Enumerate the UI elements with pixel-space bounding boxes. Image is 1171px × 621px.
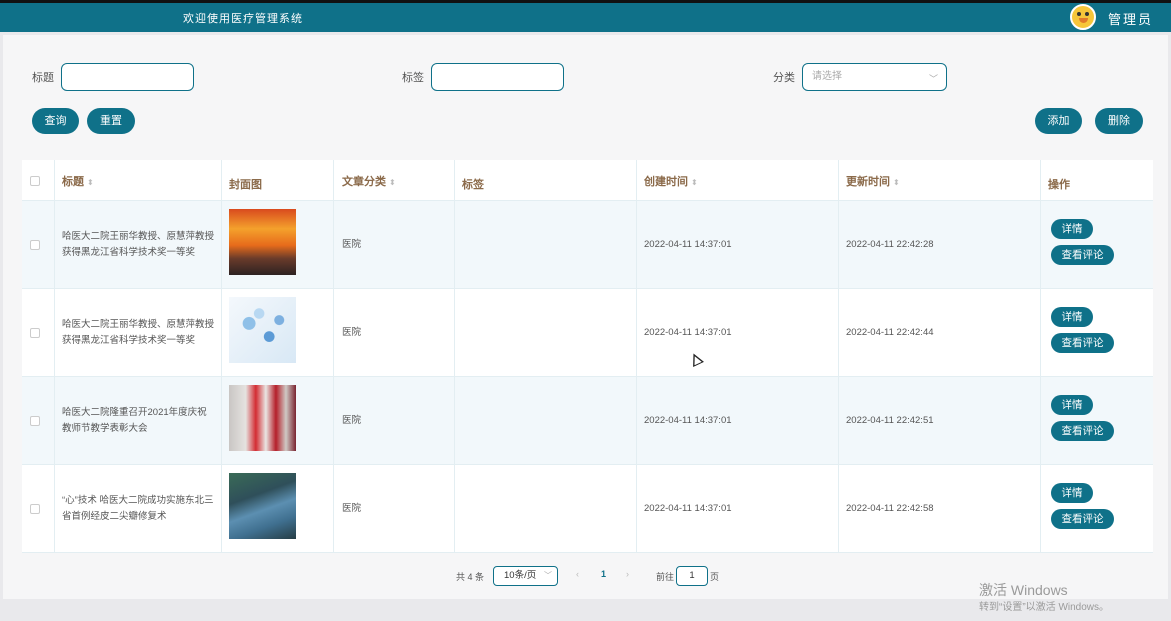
admin-label[interactable]: 管理员: [1108, 9, 1153, 28]
sort-icon: ⬍: [87, 178, 94, 187]
table-row: 哈医大二院隆重召开2021年度庆祝教师节教学表彰大会 医院 2022-04-11…: [22, 377, 1153, 465]
category-placeholder: 请选择: [812, 71, 842, 82]
top-bar: 欢迎使用医疗管理系统 管理员: [0, 0, 1171, 32]
view-comments-button[interactable]: 查看评论: [1051, 421, 1114, 441]
windows-activation-title: 激活 Windows: [979, 582, 1068, 598]
main-panel: 标题 标签 分类 请选择 ﹀ 查询 重置 添加 删除 标题 ⬍ 封面图 文章分类 ⬍…: [3, 35, 1168, 599]
cover-image: [229, 473, 296, 539]
view-comments-button[interactable]: 查看评论: [1051, 509, 1114, 529]
windows-activation-hint: 转到“设置”以激活 Windows。: [979, 602, 1110, 613]
reset-button[interactable]: 重置: [87, 108, 135, 134]
row-title: “心”技术 哈医大二院成功实施东北三省首例经皮二尖瓣修复术: [62, 495, 214, 522]
total-count: 共 4 条: [456, 572, 485, 582]
page-size-value: 10条/页: [504, 570, 537, 581]
tag-filter-label: 标签: [402, 71, 424, 84]
row-updated: 2022-04-11 22:42:28: [846, 239, 934, 250]
row-title: 哈医大二院王丽华教授、原慧萍教授获得黑龙江省科学技术奖一等奖: [62, 231, 215, 258]
prev-page-icon[interactable]: ‹: [576, 569, 579, 579]
tag-filter-input[interactable]: [431, 63, 564, 91]
table-row: 哈医大二院王丽华教授、原慧萍教授获得黑龙江省科学技术奖一等奖 医院 2022-0…: [22, 201, 1153, 289]
article-table: 标题 ⬍ 封面图 文章分类 ⬍ 标签 创建时间 ⬍ 更新时间 ⬍ 操作 哈医大二院王丽华…: [22, 160, 1153, 553]
view-comments-button[interactable]: 查看评论: [1051, 333, 1114, 353]
row-created: 2022-04-11 14:37:01: [644, 327, 732, 338]
col-category[interactable]: 文章分类 ⬍: [342, 173, 396, 189]
title-filter-label: 标题: [32, 71, 54, 84]
select-all-checkbox[interactable]: [30, 176, 40, 186]
page-size-select[interactable]: 10条/页 ﹀: [493, 566, 558, 586]
row-category: 医院: [342, 327, 362, 338]
category-filter-label: 分类: [773, 71, 795, 84]
row-updated: 2022-04-11 22:42:58: [846, 503, 934, 514]
detail-button[interactable]: 详情: [1051, 483, 1093, 503]
table-header: 标题 ⬍ 封面图 文章分类 ⬍ 标签 创建时间 ⬍ 更新时间 ⬍ 操作: [22, 160, 1153, 201]
sort-icon: ⬍: [893, 178, 900, 187]
col-tag: 标签: [462, 179, 484, 191]
next-page-icon[interactable]: ›: [626, 569, 629, 579]
cover-image: [229, 297, 296, 363]
row-updated: 2022-04-11 22:42:44: [846, 327, 934, 338]
row-checkbox[interactable]: [30, 328, 40, 338]
welcome-text: 欢迎使用医疗管理系统: [183, 12, 303, 25]
category-select[interactable]: 请选择 ﹀: [802, 63, 947, 91]
col-actions: 操作: [1048, 179, 1070, 191]
row-title: 哈医大二院王丽华教授、原慧萍教授获得黑龙江省科学技术奖一等奖: [62, 319, 215, 346]
sort-icon: ⬍: [389, 178, 396, 187]
cover-image: [229, 209, 296, 275]
row-title: 哈医大二院隆重召开2021年度庆祝教师节教学表彰大会: [62, 407, 207, 434]
row-checkbox[interactable]: [30, 504, 40, 514]
row-category: 医院: [342, 415, 362, 426]
row-checkbox[interactable]: [30, 240, 40, 250]
detail-button[interactable]: 详情: [1051, 395, 1093, 415]
col-updated[interactable]: 更新时间 ⬍: [846, 173, 900, 189]
row-created: 2022-04-11 14:37:01: [644, 239, 732, 250]
cover-image: [229, 385, 296, 451]
title-filter-input[interactable]: [61, 63, 194, 91]
col-created[interactable]: 创建时间 ⬍: [644, 173, 698, 189]
row-created: 2022-04-11 14:37:01: [644, 415, 732, 426]
table-row: “心”技术 哈医大二院成功实施东北三省首例经皮二尖瓣修复术 医院 2022-04…: [22, 465, 1153, 553]
detail-button[interactable]: 详情: [1051, 219, 1093, 239]
search-button[interactable]: 查询: [32, 108, 79, 134]
col-title[interactable]: 标题 ⬍: [62, 173, 94, 189]
table-row: 哈医大二院王丽华教授、原慧萍教授获得黑龙江省科学技术奖一等奖 医院 2022-0…: [22, 289, 1153, 377]
detail-button[interactable]: 详情: [1051, 307, 1093, 327]
current-page[interactable]: 1: [601, 569, 606, 579]
avatar[interactable]: [1070, 4, 1096, 30]
goto-label: 前往: [656, 572, 675, 582]
row-created: 2022-04-11 14:37:01: [644, 503, 732, 514]
page-suffix: 页: [710, 572, 720, 582]
delete-button[interactable]: 删除: [1095, 108, 1143, 134]
row-updated: 2022-04-11 22:42:51: [846, 415, 934, 426]
row-category: 医院: [342, 503, 362, 514]
row-checkbox[interactable]: [30, 416, 40, 426]
col-cover: 封面图: [229, 179, 262, 191]
sort-icon: ⬍: [691, 178, 698, 187]
chevron-down-icon: ﹀: [928, 74, 938, 84]
row-category: 医院: [342, 239, 362, 250]
chevron-down-icon: ﹀: [544, 571, 552, 580]
add-button[interactable]: 添加: [1035, 108, 1082, 134]
goto-page-input[interactable]: 1: [676, 566, 708, 586]
view-comments-button[interactable]: 查看评论: [1051, 245, 1114, 265]
